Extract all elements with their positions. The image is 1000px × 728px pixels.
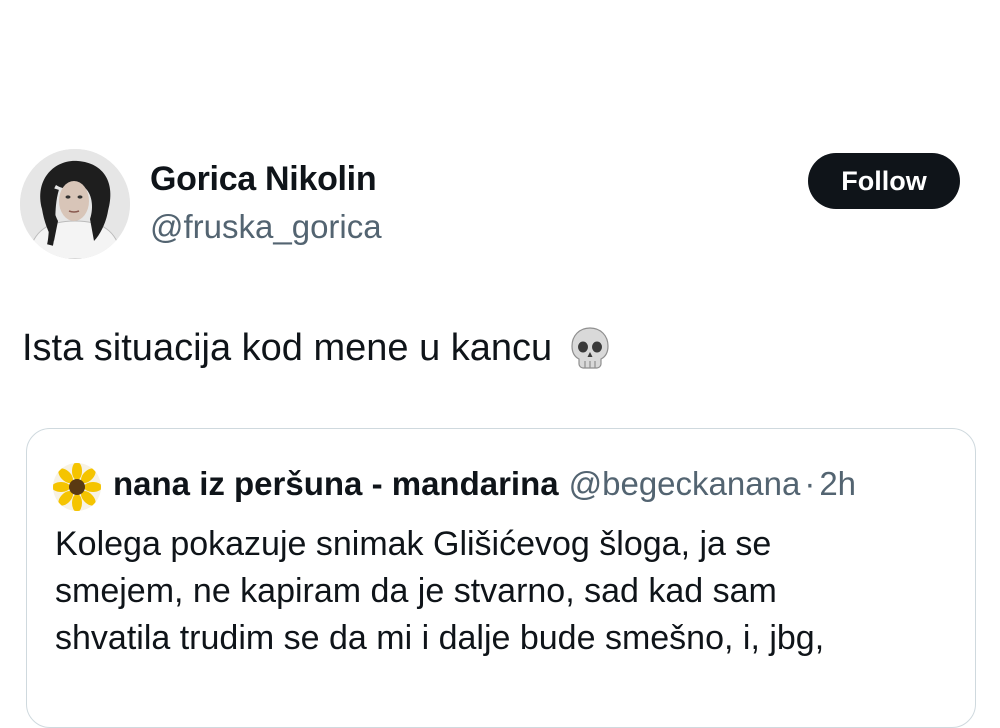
quoted-text: Kolega pokazuje snimak Glišićevog šloga,… xyxy=(55,521,955,662)
quoted-separator: · xyxy=(804,465,816,502)
tweet-text: Ista situacija kod mene u kancu xyxy=(22,326,610,370)
quoted-text-line: Kolega pokazuje snimak Glišićevog šloga,… xyxy=(55,525,772,563)
author-name[interactable]: Gorica Nikolin xyxy=(150,160,377,199)
avatar[interactable] xyxy=(20,149,130,259)
quoted-text-line: smejem, ne kapiram da je stvarno, sad ka… xyxy=(55,572,777,610)
author-handle[interactable]: @fruska_gorica xyxy=(150,208,382,246)
quoted-avatar[interactable] xyxy=(53,463,101,511)
quoted-author-handle[interactable]: @begeckanana xyxy=(569,465,801,503)
quoted-timestamp[interactable]: 2h xyxy=(819,465,856,503)
quoted-header: nana iz peršuna - mandarina @begeckanana… xyxy=(113,465,856,503)
sunflower-icon xyxy=(53,463,101,511)
follow-button[interactable]: Follow xyxy=(808,153,960,209)
quoted-text-line: shvatila trudim se da mi i dalje bude sm… xyxy=(55,619,825,657)
quoted-tweet-card[interactable]: nana iz peršuna - mandarina @begeckanana… xyxy=(26,428,976,728)
quoted-author-name[interactable]: nana iz peršuna - mandarina xyxy=(113,465,559,503)
tweet: Gorica Nikolin @fruska_gorica Follow Ist… xyxy=(0,0,1000,728)
tweet-text-content: Ista situacija kod mene u kancu xyxy=(22,326,553,369)
person-portrait-icon xyxy=(20,149,130,259)
skull-icon xyxy=(570,326,610,370)
